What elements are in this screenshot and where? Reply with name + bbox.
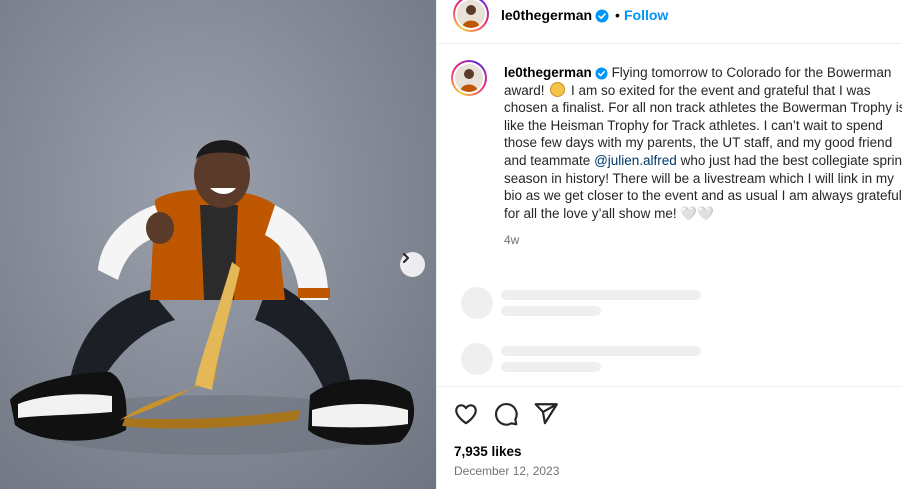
skeleton-line — [501, 346, 701, 356]
username-link[interactable]: le0thegerman — [501, 7, 592, 23]
comment-loading-placeholder — [461, 287, 761, 327]
divider — [437, 386, 902, 387]
author-username[interactable]: le0thegerman — [501, 7, 609, 23]
post-photo[interactable] — [0, 0, 436, 489]
skeleton-line — [501, 290, 701, 300]
follow-button[interactable]: Follow — [624, 7, 668, 23]
caption-username[interactable]: le0thegerman — [504, 65, 592, 80]
skeleton-line — [501, 306, 601, 316]
comment-loading-placeholder — [461, 343, 761, 383]
more-options-icon[interactable]: ⋮ — [896, 2, 902, 23]
post-details-panel: le0thegerman • Follow ⋮ le0thegerman Fly… — [436, 0, 902, 489]
smiling-face-emoji-icon — [550, 81, 566, 97]
heart-emojis: 🤍🤍 — [680, 205, 714, 221]
skeleton-avatar — [461, 287, 493, 319]
post-header: le0thegerman • Follow ⋮ — [437, 0, 902, 44]
mention-link[interactable]: @julien.alfred — [594, 153, 677, 168]
next-photo-button[interactable] — [400, 252, 425, 277]
post-date: December 12, 2023 — [454, 464, 560, 478]
verified-badge-icon — [595, 9, 609, 23]
profile-picture — [455, 64, 483, 92]
skeleton-line — [501, 362, 601, 372]
comment-icon[interactable] — [493, 401, 519, 427]
author-avatar[interactable] — [453, 0, 489, 32]
athlete-with-trophy-image — [10, 140, 415, 455]
skeleton-avatar — [461, 343, 493, 375]
separator-dot: • — [615, 7, 620, 23]
profile-picture — [457, 0, 485, 28]
paper-plane-icon[interactable] — [533, 401, 559, 427]
heart-icon[interactable] — [453, 401, 479, 427]
likes-count[interactable]: 7,935 likes — [454, 444, 522, 459]
caption-timestamp[interactable]: 4w — [504, 233, 519, 247]
caption-author-avatar[interactable] — [451, 60, 487, 96]
chevron-right-icon — [403, 253, 409, 263]
post-caption: le0thegerman Flying tomorrow to Colorado… — [504, 64, 902, 222]
verified-badge-icon — [595, 67, 608, 80]
